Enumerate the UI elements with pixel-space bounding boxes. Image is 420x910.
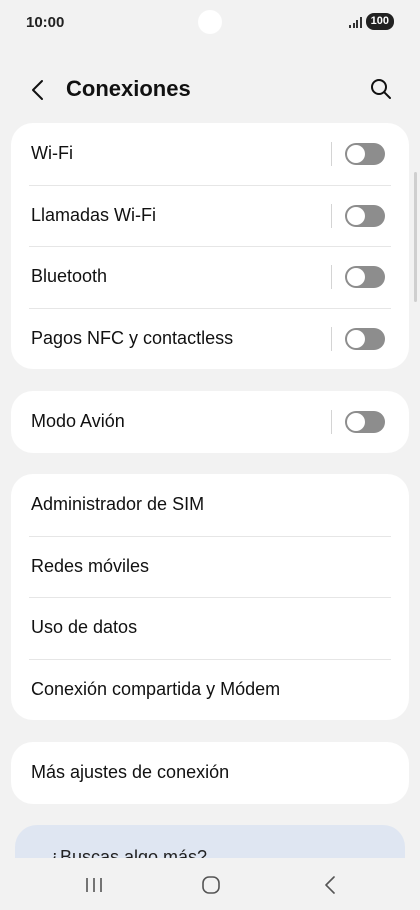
row-label: Llamadas Wi-Fi	[31, 204, 157, 225]
home-icon[interactable]	[200, 874, 222, 896]
row-airplane-mode[interactable]: Modo Avión	[11, 391, 409, 453]
recents-icon[interactable]	[84, 876, 104, 894]
search-icon[interactable]	[368, 76, 394, 102]
battery-badge: 100	[365, 13, 394, 30]
status-indicators: 100	[349, 13, 394, 30]
scrollbar[interactable]	[414, 172, 417, 302]
signal-icon	[349, 16, 362, 28]
wifi-calling-toggle[interactable]	[345, 204, 385, 227]
airplane-mode-toggle[interactable]	[345, 411, 385, 433]
navigation-bar	[0, 858, 420, 910]
row-nfc[interactable]: Pagos NFC y contactless	[11, 307, 409, 370]
back-icon[interactable]	[320, 874, 340, 896]
row-label: Pagos NFC y contactless	[31, 327, 234, 348]
wifi-toggle[interactable]	[345, 143, 385, 165]
connections-card-4: Más ajustes de conexión	[11, 742, 409, 804]
status-time: 10:00	[26, 14, 65, 31]
status-bar: 10:00 100	[0, 0, 420, 46]
row-data-usage[interactable]: Uso de datos	[11, 597, 409, 659]
row-sim-manager[interactable]: Administrador de SIM	[11, 474, 409, 536]
header: Conexiones	[0, 66, 420, 112]
divider	[331, 265, 332, 289]
toggle-knob	[347, 268, 365, 286]
row-wifi[interactable]: Wi-Fi	[11, 123, 409, 185]
row-label: Uso de datos	[31, 617, 138, 638]
camera-cutout	[198, 10, 222, 34]
divider	[331, 142, 332, 166]
toggle-knob	[347, 145, 365, 163]
row-label: Administrador de SIM	[31, 494, 205, 515]
row-bluetooth[interactable]: Bluetooth	[11, 246, 409, 308]
page-title: Conexiones	[66, 76, 191, 101]
row-tethering[interactable]: Conexión compartida y Módem	[11, 658, 409, 721]
toggle-knob	[347, 413, 365, 431]
divider	[331, 410, 332, 434]
toggle-knob	[347, 329, 365, 348]
row-wifi-calling[interactable]: Llamadas Wi-Fi	[11, 184, 409, 247]
row-mobile-networks[interactable]: Redes móviles	[11, 535, 409, 598]
row-label: Redes móviles	[31, 555, 150, 576]
nfc-toggle[interactable]	[345, 327, 385, 350]
connections-card-2: Modo Avión	[11, 391, 409, 453]
bluetooth-toggle[interactable]	[345, 266, 385, 288]
row-label: Bluetooth	[31, 266, 108, 287]
chevron-left-icon[interactable]	[24, 76, 52, 104]
divider	[331, 203, 332, 228]
connections-card-3: Administrador de SIM Redes móviles Uso d…	[11, 474, 409, 720]
row-label: Más ajustes de conexión	[31, 762, 230, 783]
divider	[331, 326, 332, 351]
toggle-knob	[347, 206, 365, 225]
row-label: Modo Avión	[31, 411, 125, 432]
connections-card-1: Wi-Fi Llamadas Wi-Fi Bluetooth Pagos NFC…	[11, 123, 409, 369]
row-label: Wi-Fi	[31, 143, 73, 164]
row-label: Conexión compartida y Módem	[31, 678, 281, 699]
row-more-connection-settings[interactable]: Más ajustes de conexión	[11, 742, 409, 804]
